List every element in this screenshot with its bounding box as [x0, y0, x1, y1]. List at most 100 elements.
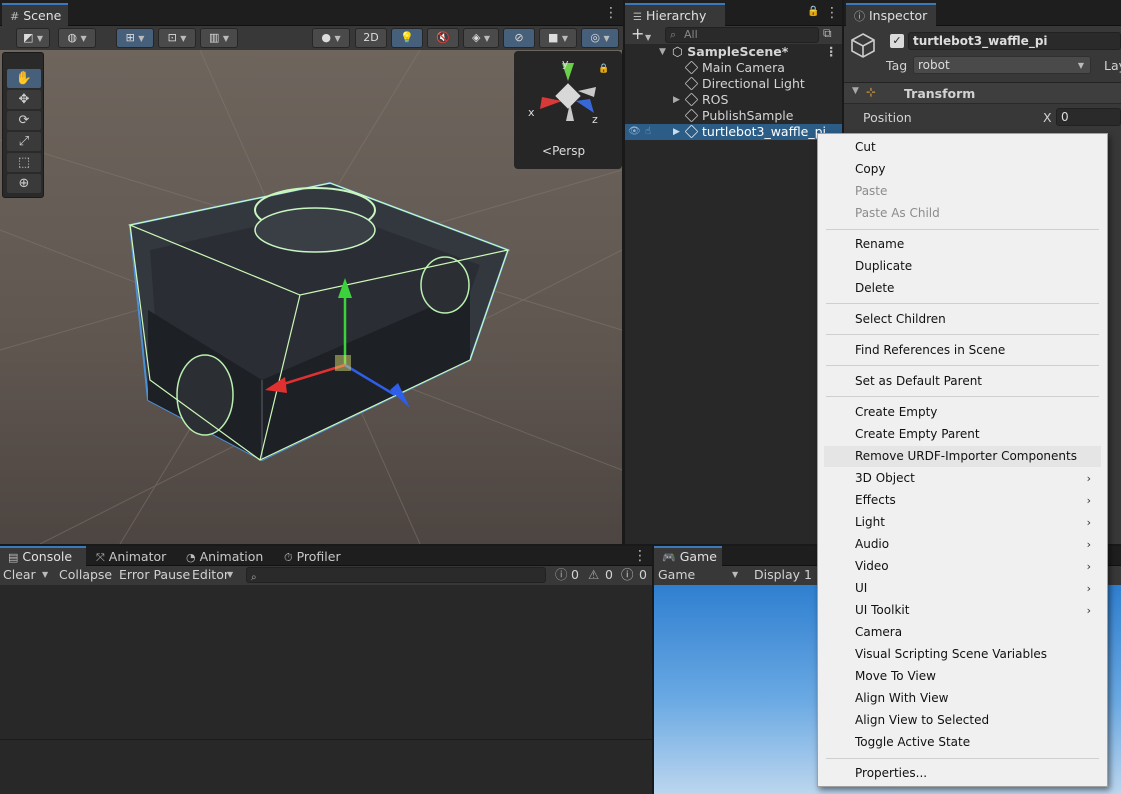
gizmos-button[interactable]: ◎ ▼ [581, 28, 619, 48]
draw-mode-button[interactable]: ◩ ▼ [16, 28, 50, 48]
clear-button[interactable]: Clear [3, 566, 36, 584]
grid-visibility-button[interactable]: ▥ ▼ [200, 28, 238, 48]
menu-item-rename[interactable]: Rename [824, 234, 1101, 255]
lighting-toggle-button[interactable]: 💡 [391, 28, 423, 48]
menu-item-label: Audio [855, 537, 890, 551]
menu-item-camera[interactable]: Camera [824, 622, 1101, 643]
hand-tool-button[interactable]: ✋ [7, 69, 41, 88]
inspector-tab-bar: ⓘ Inspector [844, 0, 1121, 26]
editor-dropdown[interactable]: Editor [192, 566, 229, 584]
move-tool-button[interactable]: ✥ [7, 90, 41, 109]
menu-item-move-to-view[interactable]: Move To View [824, 666, 1101, 687]
grid-snap-button[interactable]: ⊞ ▼ [116, 28, 154, 48]
menu-item-paste-as-child[interactable]: Paste As Child [824, 203, 1101, 224]
tab-console[interactable]: ▤ Console [0, 546, 86, 566]
menu-item-3d-object[interactable]: 3D Object › [824, 468, 1101, 489]
object-name-field[interactable]: turtlebot3_waffle_pi [908, 32, 1121, 50]
menu-item-visual-scripting-variables[interactable]: Visual Scripting Scene Variables [824, 644, 1101, 665]
menu-item-find-references[interactable]: Find References in Scene [824, 340, 1101, 361]
gizmo-y-label: y [562, 57, 569, 70]
hierarchy-search-input[interactable]: ⌕ All [665, 27, 819, 43]
console-menu-icon[interactable]: ⋮ [633, 549, 647, 563]
console-search-input[interactable]: ⌕ [246, 567, 546, 583]
expand-arrow-icon[interactable]: ▶ [673, 124, 680, 140]
menu-item-toggle-active-state[interactable]: Toggle Active State [824, 732, 1101, 753]
tag-dropdown[interactable]: robot ▼ [913, 56, 1091, 74]
hierarchy-panel: ☰ Hierarchy 🔒 ⋮ + ▼ ⌕ All ⧉ ▼ ⬡ SampleSc… [625, 0, 842, 544]
menu-item-copy[interactable]: Copy [824, 159, 1101, 180]
info-count-icon[interactable]: ⓘ [555, 566, 568, 584]
tab-profiler[interactable]: ⏱ Profiler [276, 546, 349, 566]
menu-item-light[interactable]: Light › [824, 512, 1101, 533]
shading-mode-button[interactable]: ● ▼ [312, 28, 350, 48]
transform-header[interactable]: ▼ ⊹ Transform [844, 82, 1121, 104]
menu-item-paste[interactable]: Paste [824, 181, 1101, 202]
clear-options-icon[interactable]: ▼ [42, 566, 48, 584]
menu-item-audio[interactable]: Audio › [824, 534, 1101, 555]
expand-arrow-icon[interactable]: ▶ [673, 92, 680, 108]
camera-settings-button[interactable]: ■ ▼ [539, 28, 577, 48]
menu-item-ui[interactable]: UI › [824, 578, 1101, 599]
menu-item-ui-toolkit[interactable]: UI Toolkit › [824, 600, 1101, 621]
menu-item-align-view-to-selected[interactable]: Align View to Selected [824, 710, 1101, 731]
menu-item-create-empty-parent[interactable]: Create Empty Parent [824, 424, 1101, 445]
effects-button[interactable]: ◈ ▼ [463, 28, 499, 48]
warning-icon[interactable]: ⚠ [588, 566, 599, 584]
chevron-right-icon: › [1086, 560, 1091, 573]
hierarchy-menu-icon[interactable]: ⋮ [825, 6, 839, 20]
add-dropdown-icon[interactable]: ▼ [645, 29, 651, 43]
tab-hierarchy[interactable]: ☰ Hierarchy [625, 3, 725, 26]
hierarchy-item-turtlebot3[interactable]: 👁 ☝ ▶ turtlebot3_waffle_pi [625, 124, 842, 140]
hierarchy-item-directional-light[interactable]: Directional Light [625, 76, 842, 92]
increment-snap-button[interactable]: ⊡ ▼ [158, 28, 196, 48]
tab-inspector[interactable]: ⓘ Inspector [846, 3, 936, 26]
visibility-eye-icon[interactable]: 👁 [628, 124, 641, 140]
tab-animator[interactable]: ⤧ Animator [88, 546, 174, 566]
hierarchy-item-main-camera[interactable]: Main Camera [625, 60, 842, 76]
expand-arrow-icon[interactable]: ▼ [659, 44, 666, 60]
scene-item-menu-icon[interactable]: ⋮ [825, 44, 838, 60]
menu-item-delete[interactable]: Delete [824, 278, 1101, 299]
active-checkbox[interactable]: ✓ [890, 34, 904, 48]
rect-tool-button[interactable]: ⬚ [7, 153, 41, 172]
menu-item-select-children[interactable]: Select Children [824, 309, 1101, 330]
menu-item-effects[interactable]: Effects › [824, 490, 1101, 511]
scene-search-icon[interactable]: ⧉ [823, 26, 832, 41]
lock-icon[interactable]: 🔒 [598, 64, 609, 74]
tab-game[interactable]: 🎮 Game [654, 546, 722, 566]
tab-scene[interactable]: # Scene [2, 3, 68, 26]
orientation-gizmo[interactable]: y x z 🔒 <Persp [514, 51, 622, 169]
pickable-hand-icon[interactable]: ☝ [645, 124, 651, 140]
position-x-field[interactable]: 0 [1056, 108, 1121, 126]
display-dropdown[interactable]: Display 1 [754, 566, 812, 584]
hierarchy-lock-icon[interactable]: 🔒 [807, 6, 819, 17]
hierarchy-item-samplescene[interactable]: ▼ ⬡ SampleScene* ⋮ [625, 44, 842, 60]
hierarchy-item-publishsample[interactable]: PublishSample [625, 108, 842, 124]
error-icon[interactable]: ⓘ [621, 566, 634, 584]
hierarchy-item-ros[interactable]: ▶ ROS [625, 92, 842, 108]
transform-tool-button[interactable]: ⊕ [7, 174, 41, 193]
rotate-tool-button[interactable]: ⟳ [7, 111, 41, 130]
foldout-arrow-icon[interactable]: ▼ [852, 86, 859, 96]
menu-item-video[interactable]: Video › [824, 556, 1101, 577]
menu-item-create-empty[interactable]: Create Empty [824, 402, 1101, 423]
menu-item-align-with-view[interactable]: Align With View [824, 688, 1101, 709]
collapse-button[interactable]: Collapse [59, 566, 112, 584]
scene-menu-icon[interactable]: ⋮ [604, 6, 618, 20]
persp-label[interactable]: <Persp [542, 144, 585, 158]
menu-item-set-default-parent[interactable]: Set as Default Parent [824, 371, 1101, 392]
tab-animation[interactable]: ◔ Animation [178, 546, 271, 566]
position-x-label[interactable]: X [1043, 110, 1052, 125]
menu-item-properties[interactable]: Properties... [824, 763, 1101, 784]
menu-item-cut[interactable]: Cut [824, 137, 1101, 158]
scale-tool-button[interactable]: ⤢ [7, 132, 41, 151]
global-local-button[interactable]: ◍ ▼ [58, 28, 96, 48]
scene-visibility-button[interactable]: ⊘ [503, 28, 535, 48]
audio-toggle-button[interactable]: 🔇 [427, 28, 459, 48]
add-icon[interactable]: + [631, 24, 644, 43]
game-mode-dropdown[interactable]: Game [658, 566, 695, 584]
menu-item-remove-urdf-importer[interactable]: Remove URDF-Importer Components [824, 446, 1101, 467]
2d-toggle-button[interactable]: 2D [355, 28, 387, 48]
error-pause-button[interactable]: Error Pause [119, 566, 190, 584]
menu-item-duplicate[interactable]: Duplicate [824, 256, 1101, 277]
